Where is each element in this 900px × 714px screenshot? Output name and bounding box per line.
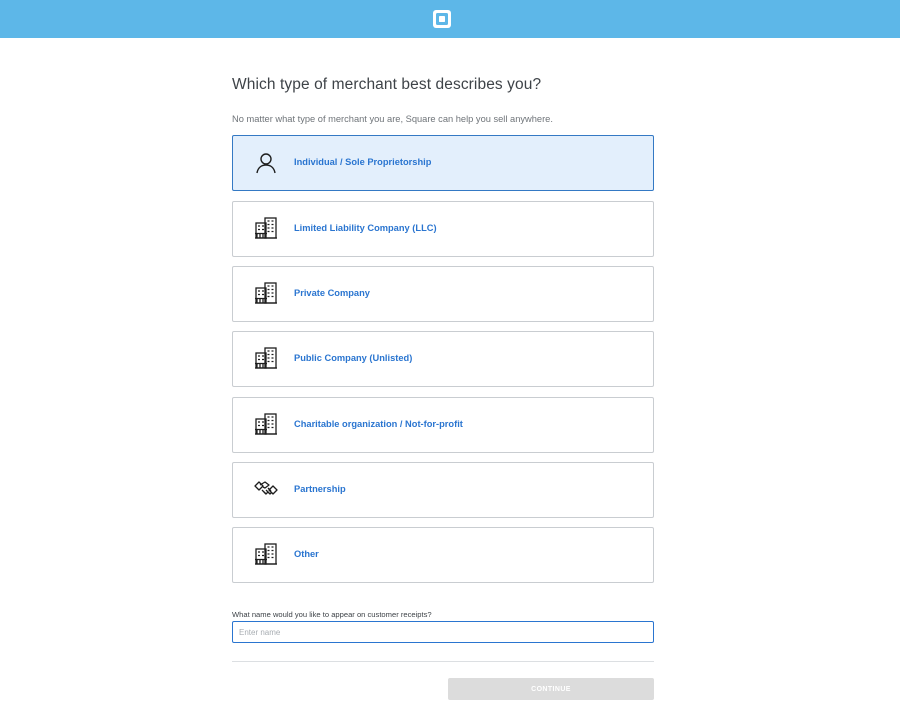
building-icon [255,413,277,435]
handshake-icon [254,481,278,495]
option-public-company[interactable]: Public Company (Unlisted) [232,331,654,387]
option-charitable-organization[interactable]: Charitable organization / Not-for-profit [232,397,654,453]
option-label: Partnership [294,484,346,494]
building-icon [255,217,277,239]
divider [232,661,654,662]
option-label: Charitable organization / Not-for-profit [294,419,463,429]
option-other[interactable]: Other [232,527,654,583]
building-icon [255,282,277,304]
option-label: Public Company (Unlisted) [294,353,413,363]
building-icon [255,543,277,565]
option-individual[interactable]: Individual / Sole Proprietorship [232,135,654,191]
option-label: Other [294,549,319,559]
continue-button[interactable]: CONTINUE [448,678,654,700]
option-llc[interactable]: Limited Liability Company (LLC) [232,201,654,257]
receipt-name-label: What name would you like to appear on cu… [232,610,432,619]
option-label: Private Company [294,288,370,298]
page-title: Which type of merchant best describes yo… [232,76,542,93]
option-label: Limited Liability Company (LLC) [294,223,437,233]
square-logo-icon[interactable] [432,9,452,29]
page-subtitle: No matter what type of merchant you are,… [232,114,553,124]
option-private-company[interactable]: Private Company [232,266,654,322]
option-partnership[interactable]: Partnership [232,462,654,518]
top-bar [0,0,900,38]
building-icon [255,347,277,369]
option-label: Individual / Sole Proprietorship [294,157,432,167]
receipt-name-input[interactable] [232,621,654,643]
person-icon [256,153,276,174]
